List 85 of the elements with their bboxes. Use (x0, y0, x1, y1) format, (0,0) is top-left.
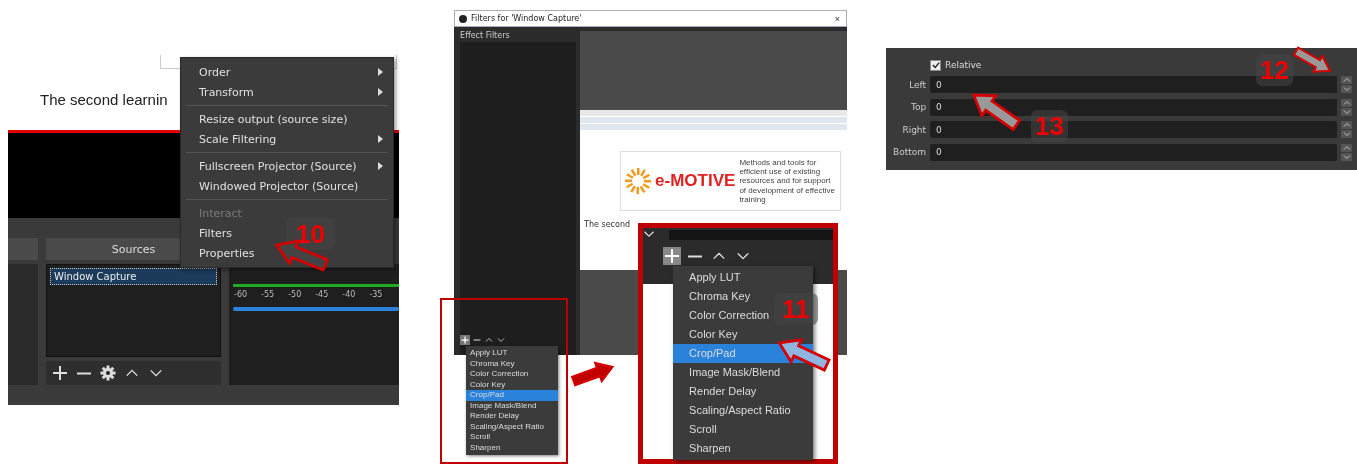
chevron-up-icon (1342, 98, 1351, 107)
chevron-down-icon (1342, 85, 1351, 94)
menu-item[interactable]: Chroma Key (466, 358, 559, 369)
logo-text: e-MOTIVE (655, 170, 736, 191)
meter-tick-label: -55 (261, 290, 275, 299)
meter-tick-label: -60 (234, 290, 248, 299)
menu-item[interactable]: Color Key (466, 379, 559, 390)
submenu-caret-icon (378, 135, 383, 143)
step-number: 12 (1256, 54, 1294, 86)
menu-item[interactable]: Chroma Key (673, 287, 755, 306)
chevron-up-icon (485, 336, 494, 344)
increment-button[interactable] (1341, 76, 1352, 85)
menu-item[interactable]: Scroll (466, 432, 559, 443)
document-text: The second (584, 219, 632, 229)
document-text: The second learnin (40, 91, 168, 108)
plus-icon (664, 248, 681, 264)
chevron-up-icon (1342, 76, 1351, 85)
menu-item[interactable]: Sharpen (466, 442, 559, 453)
menu-item[interactable]: Scale Filtering (181, 129, 393, 149)
menu-item[interactable]: Color Key (673, 325, 742, 344)
step-number: 13 (1031, 110, 1069, 142)
menu-item[interactable]: Scaling/Aspect Ratio (466, 421, 559, 432)
meter-tick-label: -45 (315, 290, 329, 299)
plus-icon (461, 336, 470, 344)
menu-item[interactable]: Order (181, 62, 393, 82)
settings-button[interactable] (98, 363, 118, 383)
add-button[interactable] (50, 363, 70, 383)
menu-item[interactable]: Scroll (673, 420, 721, 439)
menu-item[interactable]: Windowed Projector (Source) (181, 176, 369, 196)
menu-item[interactable]: Image Mask/Blend (466, 400, 559, 411)
sun-logo-icon (625, 167, 652, 194)
chevron-down-icon (1342, 130, 1351, 139)
menu-item[interactable]: Apply LUT (466, 348, 559, 359)
submenu-caret-icon (378, 68, 383, 76)
chevron-down-icon (497, 336, 506, 344)
submenu-caret-icon (378, 162, 383, 170)
menu-item[interactable]: Sharpen (673, 439, 735, 458)
decrement-button[interactable] (1341, 152, 1352, 161)
menu-item[interactable]: Scaling/Aspect Ratio (673, 401, 795, 420)
chevron-down-icon (1342, 152, 1351, 161)
minus-icon (687, 254, 704, 258)
chevron-up-icon (1342, 121, 1351, 130)
field-label: Top (909, 102, 927, 113)
number-field[interactable]: 0 (930, 98, 1337, 116)
add-button[interactable] (460, 335, 471, 345)
chevron-up-icon (1342, 143, 1351, 152)
menu-item[interactable]: Resize output (source size) (181, 109, 358, 129)
dock-header (8, 238, 38, 260)
field-label: Left (908, 79, 927, 90)
menu-item[interactable]: Image Mask/Blend (673, 363, 785, 382)
decrement-button[interactable] (1341, 85, 1352, 94)
minus-icon (76, 371, 92, 375)
minus-icon (473, 336, 482, 344)
meter-tick-label: -40 (342, 290, 356, 299)
increment-button[interactable] (1341, 121, 1352, 130)
number-field[interactable]: 0 (930, 143, 1337, 161)
dialog-title: Filters for 'Window Capture' (471, 14, 583, 23)
menu-item[interactable]: Fullscreen Projector (Source) (181, 156, 393, 176)
decrement-button[interactable] (1341, 107, 1352, 116)
decrement-button[interactable] (1341, 130, 1352, 139)
add-button[interactable] (663, 247, 682, 265)
app-logo-icon (459, 14, 468, 23)
list-label: Effect Filters (460, 31, 511, 40)
field-label: Right (901, 124, 927, 135)
checkmark-icon (931, 61, 940, 69)
gear-icon (100, 365, 116, 381)
menu-item[interactable]: Transform (181, 82, 393, 102)
increment-button[interactable] (1341, 98, 1352, 107)
meter-tick-label: -50 (288, 290, 302, 299)
field-label: Bottom (892, 147, 927, 158)
plus-icon (52, 365, 68, 381)
meter-tick-label: -35 (369, 290, 383, 299)
close-button[interactable]: × (832, 13, 843, 24)
menu-item[interactable]: Color Correction (466, 369, 559, 380)
menu-item[interactable]: Color Correction (673, 306, 774, 325)
source-item[interactable]: Window Capture (50, 268, 217, 285)
volume-slider[interactable] (233, 307, 400, 311)
submenu-caret-icon (378, 88, 383, 96)
chevron-down-icon (1342, 107, 1351, 116)
menu-item[interactable]: Apply LUT (673, 268, 745, 287)
tagline-text: Methods and tools for efficient use of existing resources and for support of development of effective training (739, 158, 836, 204)
menu-item[interactable]: Render Delay (673, 382, 761, 401)
menu-item[interactable]: Render Delay (466, 411, 559, 422)
increment-button[interactable] (1341, 143, 1352, 152)
step-number: 11 (774, 293, 818, 325)
